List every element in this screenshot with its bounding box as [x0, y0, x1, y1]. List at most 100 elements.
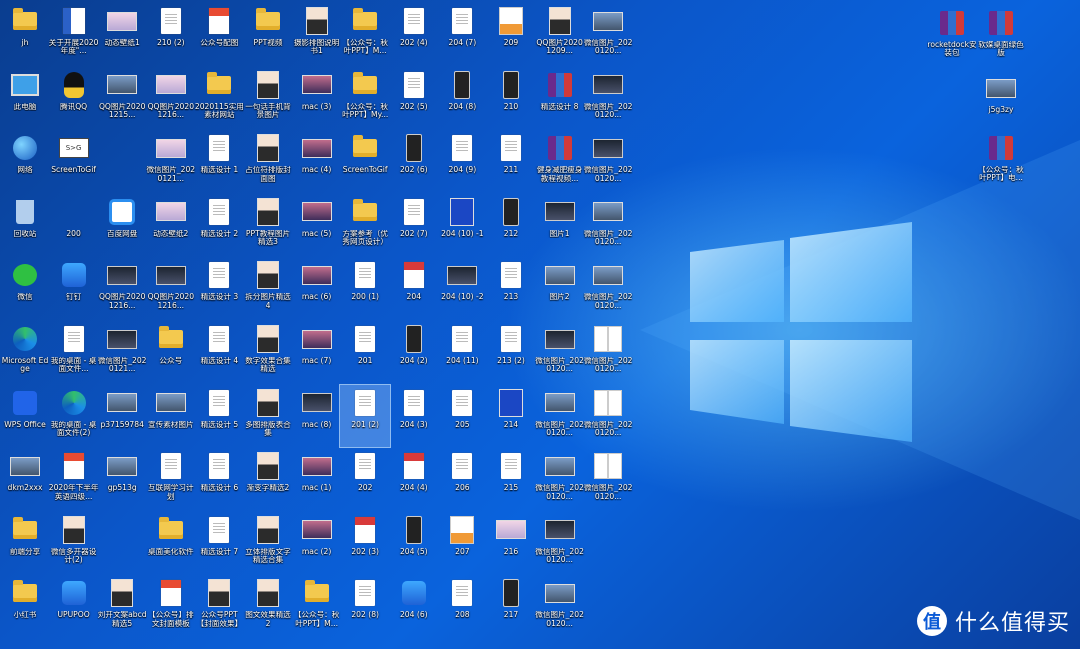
desktop-icon[interactable]: 前端分享: [0, 512, 50, 574]
desktop-icon[interactable]: 200 (1): [340, 257, 390, 319]
desktop-icon[interactable]: 数字效果合集精选: [243, 321, 293, 383]
desktop-icon[interactable]: 216: [486, 512, 536, 574]
desktop-icon[interactable]: 健身减肥瘦身教程视频...: [535, 130, 585, 192]
desktop-icon[interactable]: p37159784: [97, 385, 147, 447]
desktop-icon[interactable]: rocketdock安装包: [927, 5, 977, 67]
desktop-icon[interactable]: QQ图片2020120​9...: [535, 3, 585, 65]
desktop-icon[interactable]: 微信图片_2020120...: [535, 448, 585, 510]
desktop-icon[interactable]: 宣传素材图片: [146, 385, 196, 447]
desktop-icon[interactable]: 动态壁纸2: [146, 194, 196, 256]
desktop-icon[interactable]: 【公众号：秋叶PPT】My...: [340, 67, 390, 129]
desktop-icon[interactable]: 【公众号：秋叶PPT】M...: [340, 3, 390, 65]
desktop-icon[interactable]: 精选设计 2: [194, 194, 244, 256]
desktop-icon[interactable]: 215: [486, 448, 536, 510]
desktop-icon[interactable]: 关于开展2020年度"...: [49, 3, 99, 65]
desktop-icon[interactable]: ScreenToGif: [340, 130, 390, 192]
desktop-icon[interactable]: 210: [486, 67, 536, 129]
desktop-icon[interactable]: 2020年下半年英语四级...: [49, 448, 99, 510]
desktop-icon[interactable]: 小红书: [0, 575, 50, 637]
desktop-icon[interactable]: [97, 130, 147, 192]
desktop-icon[interactable]: mac (8): [292, 385, 342, 447]
desktop-icon[interactable]: 此电脑: [0, 67, 50, 129]
desktop-icon[interactable]: mac (3): [292, 67, 342, 129]
desktop-icon[interactable]: 202 (4): [389, 3, 439, 65]
desktop-icon[interactable]: 微信图片_2020120...: [583, 194, 633, 256]
desktop-icon[interactable]: 精选设计 7: [194, 512, 244, 574]
desktop-icon[interactable]: PPT视频: [243, 3, 293, 65]
desktop-icon[interactable]: 206: [437, 448, 487, 510]
desktop-icon[interactable]: 微信图片_2020120...: [535, 575, 585, 637]
desktop-icon[interactable]: 204 (8): [437, 67, 487, 129]
desktop-icon[interactable]: 一句话手机背景图片: [243, 67, 293, 129]
desktop-icon[interactable]: 204 (11): [437, 321, 487, 383]
desktop-icon[interactable]: S>G ScreenToGif: [49, 130, 99, 192]
desktop-icon[interactable]: Microsoft Edge: [0, 321, 50, 383]
desktop-icon[interactable]: [97, 512, 147, 574]
desktop-icon[interactable]: mac (1): [292, 448, 342, 510]
desktop-icon[interactable]: 微信图片_2020120...: [535, 512, 585, 574]
desktop-icon[interactable]: 微信图片_2020120...: [583, 385, 633, 447]
desktop-icon[interactable]: 网络: [0, 130, 50, 192]
desktop-icon[interactable]: 桌面美化软件: [146, 512, 196, 574]
desktop-icon[interactable]: 立体排版文字精选合集: [243, 512, 293, 574]
desktop-icon[interactable]: 方案参考（优秀网页设计）: [340, 194, 390, 256]
desktop-icon[interactable]: 微信图片_2020120...: [583, 3, 633, 65]
desktop-icon[interactable]: 202 (8): [340, 575, 390, 637]
desktop-icon[interactable]: 公众号PPT【封面效果】: [194, 575, 244, 637]
desktop-icon[interactable]: 图片1: [535, 194, 585, 256]
desktop-icon[interactable]: gp513g: [97, 448, 147, 510]
desktop-icon[interactable]: 217: [486, 575, 536, 637]
desktop-icon[interactable]: QQ图片2020121​5...: [97, 67, 147, 129]
desktop-icon[interactable]: 互联网学习计划: [146, 448, 196, 510]
desktop-icon[interactable]: 205: [437, 385, 487, 447]
desktop-icon[interactable]: 公众号: [146, 321, 196, 383]
desktop-icon[interactable]: 208: [437, 575, 487, 637]
desktop-icon[interactable]: 204 (2): [389, 321, 439, 383]
desktop-icon[interactable]: 百度网盘: [97, 194, 147, 256]
desktop-icon[interactable]: 【公众号：秋叶PPT】电...: [976, 130, 1026, 192]
desktop-icon[interactable]: 微信图片_2020121...: [146, 130, 196, 192]
desktop-icon[interactable]: 微信图片_2020121...: [97, 321, 147, 383]
desktop-icon[interactable]: 202 (5): [389, 67, 439, 129]
desktop-icon[interactable]: 精选设计 3: [194, 257, 244, 319]
desktop-icon[interactable]: 微信图片_2020120...: [535, 321, 585, 383]
desktop-icon[interactable]: 204: [389, 257, 439, 319]
desktop-icon[interactable]: 211: [486, 130, 536, 192]
desktop-icon[interactable]: 204 (9): [437, 130, 487, 192]
desktop-icon[interactable]: 202 (6): [389, 130, 439, 192]
desktop-icon[interactable]: 微信图片_2020120...: [583, 130, 633, 192]
desktop-icon[interactable]: 204 (7): [437, 3, 487, 65]
desktop-icon[interactable]: 微信图片_2020120...: [583, 448, 633, 510]
desktop-icon[interactable]: 我的桌面 - 桌面文件...: [49, 321, 99, 383]
desktop-icon[interactable]: WPS Office: [0, 385, 50, 447]
desktop-icon[interactable]: 图片2: [535, 257, 585, 319]
desktop-icon[interactable]: QQ图片2020121​6...: [146, 257, 196, 319]
desktop-icon[interactable]: 渐变字精选2: [243, 448, 293, 510]
desktop-icon[interactable]: 204 (5): [389, 512, 439, 574]
desktop-icon[interactable]: 我的桌面 - 桌面文件(2): [49, 385, 99, 447]
desktop-icon[interactable]: mac (4): [292, 130, 342, 192]
desktop-icon[interactable]: 209: [486, 3, 536, 65]
desktop-icon[interactable]: 204 (3): [389, 385, 439, 447]
desktop-icon[interactable]: 占位符排版封面图: [243, 130, 293, 192]
desktop-icon[interactable]: QQ图片2020121​6...: [146, 67, 196, 129]
desktop-icon[interactable]: 207: [437, 512, 487, 574]
desktop-icon[interactable]: 精选设计 4: [194, 321, 244, 383]
desktop-icon[interactable]: 2020115实用素材网站: [194, 67, 244, 129]
desktop-icon[interactable]: 回收站: [0, 194, 50, 256]
desktop-icon[interactable]: 腾讯QQ: [49, 67, 99, 129]
desktop-icon[interactable]: PPT教程图片精选3: [243, 194, 293, 256]
desktop-icon[interactable]: 微信图片_2020120...: [583, 67, 633, 129]
desktop-icon[interactable]: 202 (3): [340, 512, 390, 574]
desktop-icon[interactable]: 【公众号：秋叶PPT】M...: [292, 575, 342, 637]
desktop-icon[interactable]: 多图排版表合集: [243, 385, 293, 447]
desktop-icon[interactable]: j5g3zy: [976, 70, 1026, 132]
desktop-icon[interactable]: 214: [486, 385, 536, 447]
desktop-icon[interactable]: 钉钉: [49, 257, 99, 319]
desktop-icon[interactable]: 精选设计 8: [535, 67, 585, 129]
desktop-icon[interactable]: 精选设计 6: [194, 448, 244, 510]
desktop-icon[interactable]: 微信图片_2020120...: [583, 257, 633, 319]
desktop-icon[interactable]: 微信: [0, 257, 50, 319]
desktop-icon[interactable]: 【公众号】排文封面模板: [146, 575, 196, 637]
desktop-icon[interactable]: 微信图片_2020120...: [535, 385, 585, 447]
